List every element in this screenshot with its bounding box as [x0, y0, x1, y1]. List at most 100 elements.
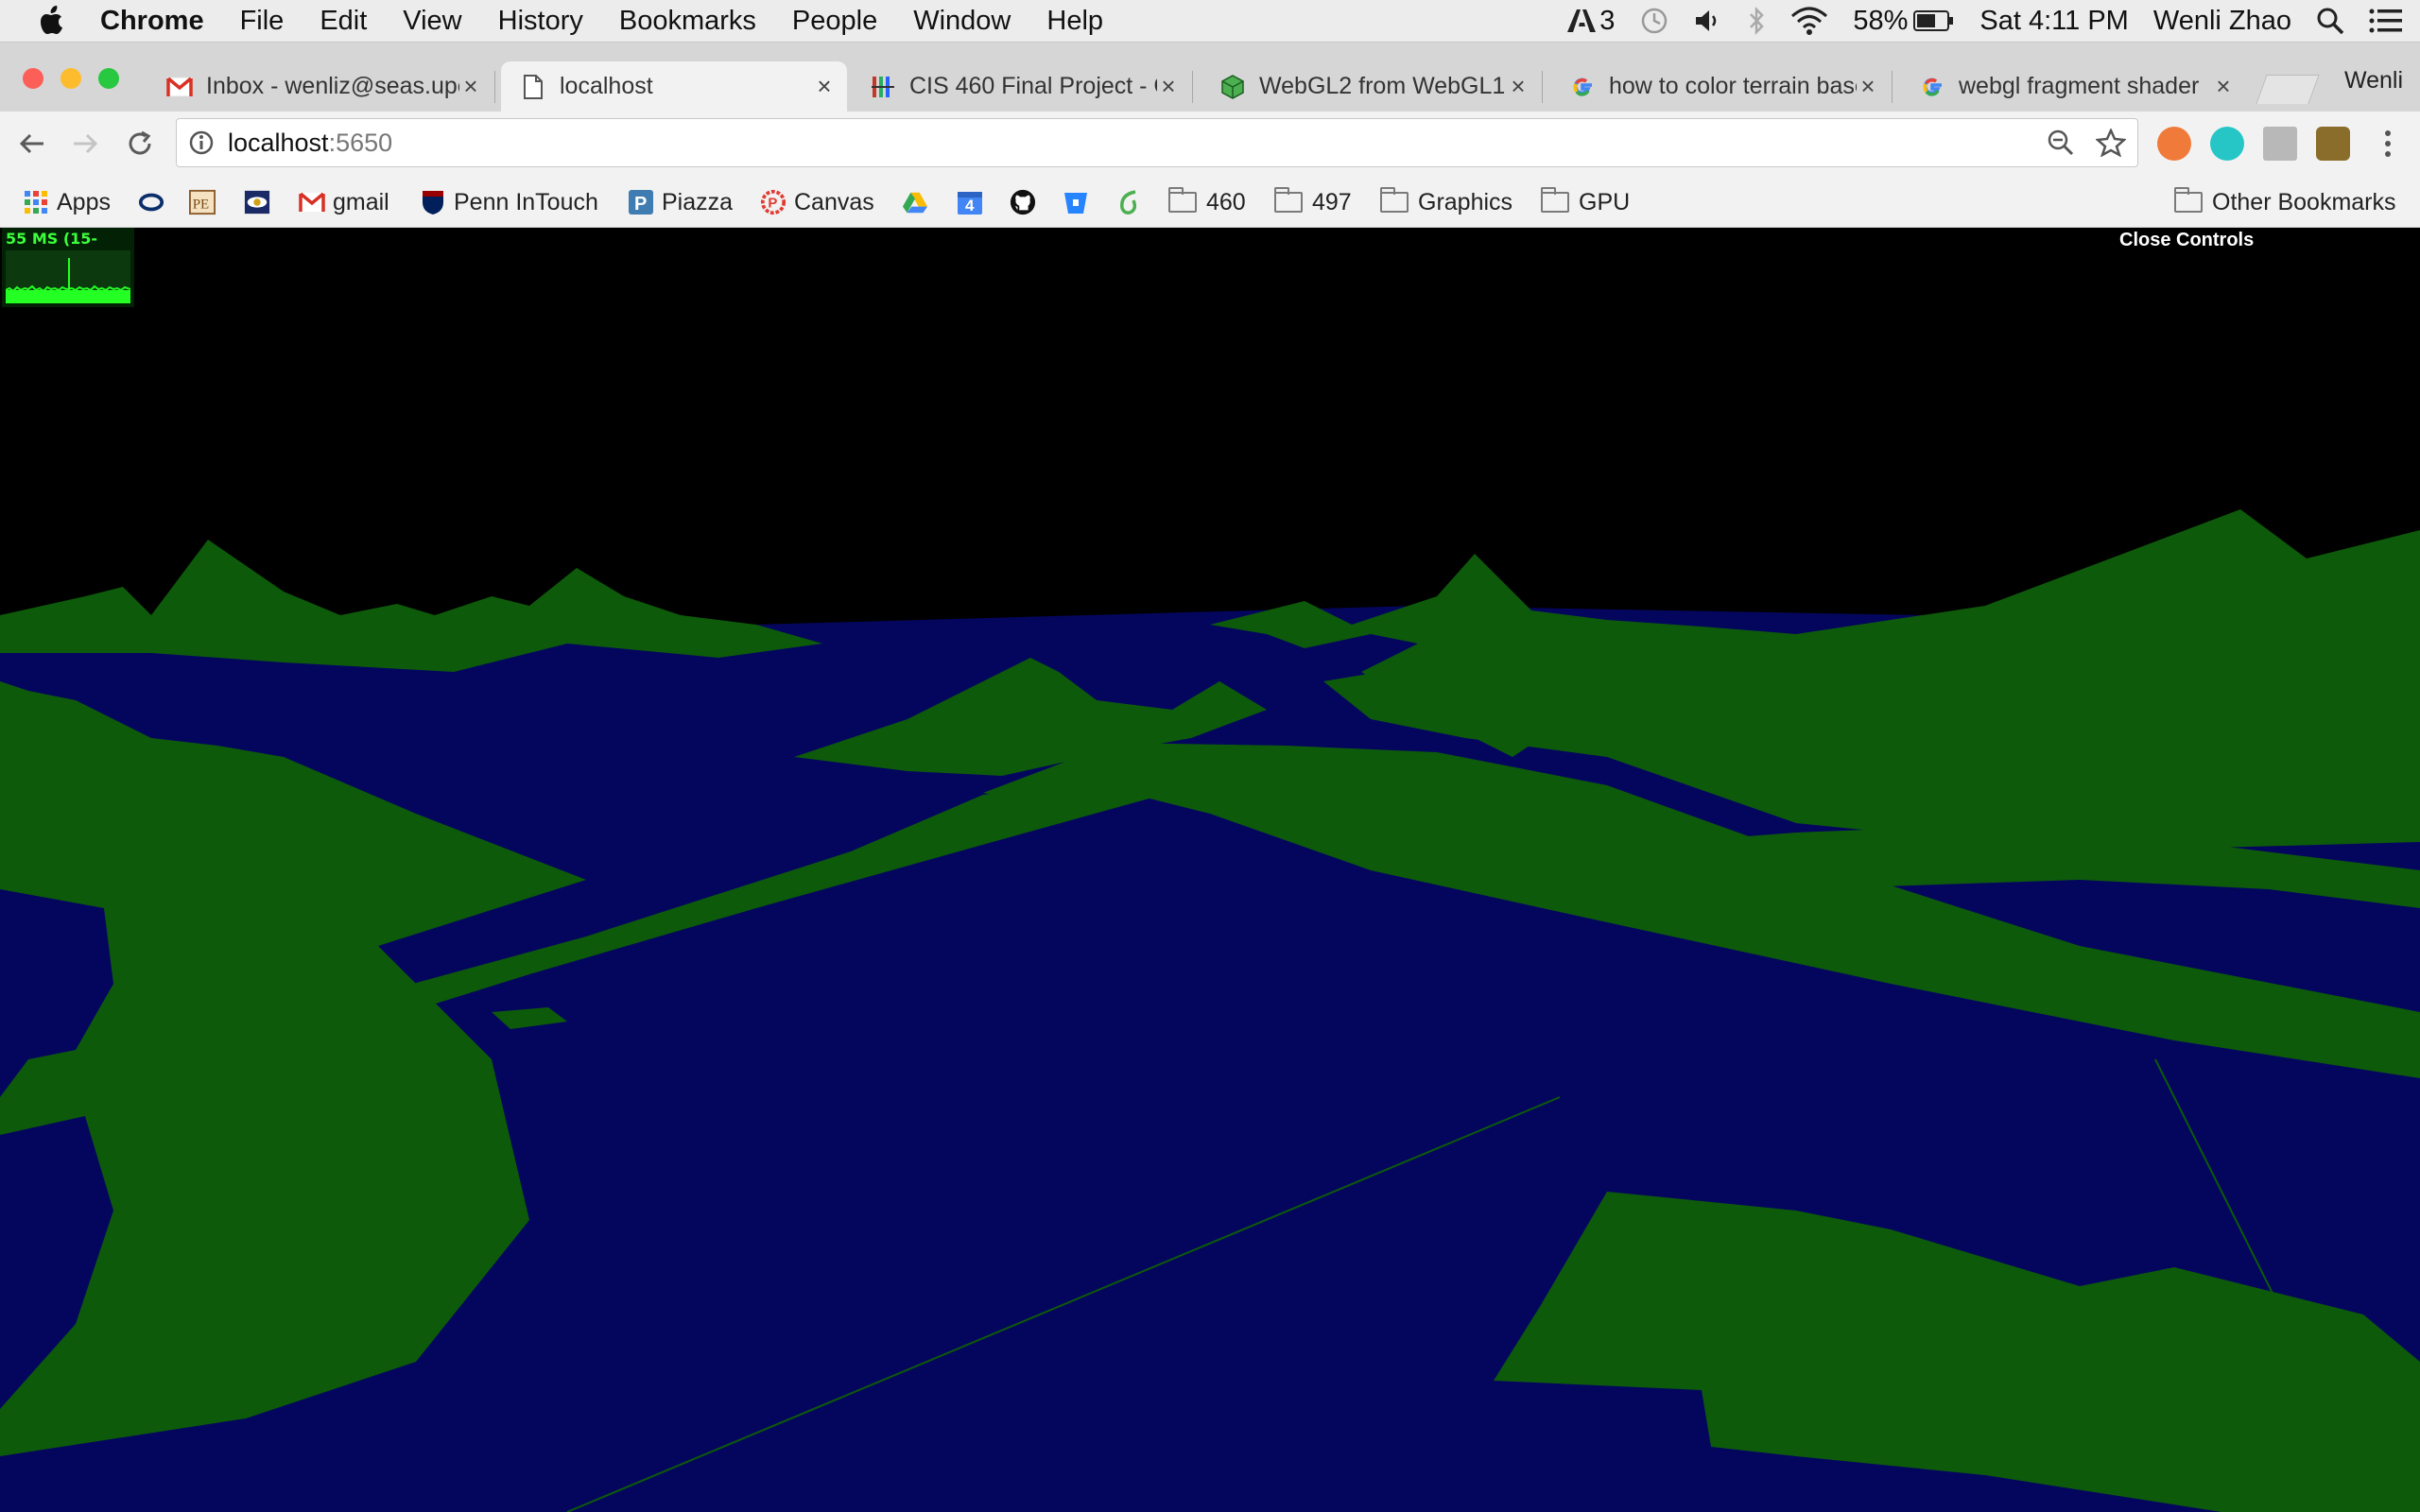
bookmark-eye[interactable] [244, 185, 278, 219]
fps-stats-panel[interactable]: 55 MS (15-268) [2, 228, 134, 307]
bookmark-gmail[interactable]: gmail [299, 185, 389, 219]
battery-status[interactable]: 58% [1853, 6, 1955, 37]
menu-edit[interactable]: Edit [320, 6, 367, 37]
window-zoom-button[interactable] [98, 68, 119, 89]
extension-orange-icon[interactable] [2157, 127, 2191, 161]
back-arrow-icon [19, 133, 43, 154]
clock[interactable]: Sat 4:11 PM [1979, 6, 2128, 37]
bookmark-google-drive[interactable] [902, 185, 936, 219]
apps-grid-icon [23, 189, 49, 215]
bookmark-calendar[interactable]: 4 [957, 185, 991, 219]
menu-bookmarks[interactable]: Bookmarks [619, 6, 756, 37]
tab-close-icon[interactable]: × [1507, 72, 1530, 101]
spotlight-search-icon[interactable] [2316, 7, 2344, 35]
bookmark-other-bookmarks[interactable]: Other Bookmarks [2174, 185, 2396, 219]
new-tab-button[interactable] [2256, 75, 2320, 104]
bookmark-folder-graphics[interactable]: Graphics [1380, 185, 1512, 219]
tab-close-icon[interactable]: × [1157, 72, 1180, 101]
calendar-day: 4 [965, 197, 975, 215]
pe-icon: PE [189, 189, 216, 215]
bookmark-outlook[interactable] [138, 185, 172, 219]
volume-icon[interactable] [1694, 8, 1722, 34]
chrome-menu-button[interactable] [2371, 129, 2405, 163]
tab-terrain-search[interactable]: how to color terrain based on height × [1550, 61, 1893, 112]
bookmark-github[interactable] [1010, 185, 1044, 219]
bookmark-folder-460[interactable]: 460 [1168, 185, 1246, 219]
forward-arrow-icon [74, 133, 98, 154]
tab-title: webgl fragment shader [1959, 73, 2200, 99]
menu-people[interactable]: People [792, 6, 877, 37]
back-button[interactable] [15, 129, 49, 163]
user-name[interactable]: Wenli Zhao [2153, 6, 2291, 37]
tab-webgl2[interactable]: WebGL2 from WebGL1 × [1201, 61, 1543, 112]
bookmark-piazza[interactable]: P Piazza [628, 185, 733, 219]
tab-cis460-project[interactable]: CIS 460 Final Project - Google Docs × [851, 61, 1193, 112]
tab-inbox[interactable]: Inbox - wenliz@seas.upenn.edu × [147, 61, 495, 112]
window-minimize-button[interactable] [60, 68, 81, 89]
menu-help[interactable]: Help [1046, 6, 1103, 37]
extension-grid-icon[interactable] [2263, 127, 2297, 161]
tab-close-icon[interactable]: × [2212, 72, 2235, 101]
profile-button[interactable]: Wenli [2344, 67, 2403, 94]
bookmark-penn-intouch[interactable]: Penn InTouch [420, 185, 598, 219]
notification-center-icon[interactable] [2369, 8, 2403, 34]
tab-close-icon[interactable]: × [1857, 72, 1879, 101]
adobe-status[interactable]: 3 [1567, 6, 1615, 37]
menu-view[interactable]: View [403, 6, 461, 37]
tab-title: Inbox - wenliz@seas.upenn.edu [206, 73, 459, 99]
webgl-canvas[interactable]: 55 MS (15-268) Close Controls [0, 228, 2420, 1512]
tab-title: how to color terrain based on height [1609, 73, 1857, 99]
bookmark-label: 497 [1312, 188, 1352, 215]
reload-icon [129, 130, 151, 155]
bookmarks-bar: Apps PE gmail Penn InTouch P Piazza P Ca… [0, 178, 2420, 228]
bookmark-star-icon[interactable] [2096, 129, 2126, 157]
address-bar[interactable]: localhost :5650 [176, 118, 2138, 167]
canvas-icon: P [760, 189, 786, 215]
bookmark-label: gmail [333, 188, 389, 215]
folder-icon [1541, 187, 1569, 213]
gmail-icon [299, 189, 325, 215]
bookmark-pe[interactable]: PE [189, 185, 223, 219]
menu-app-name[interactable]: Chrome [100, 6, 204, 37]
extension-m-icon[interactable] [2210, 127, 2244, 161]
menu-history[interactable]: History [498, 6, 583, 37]
time-machine-icon[interactable] [1639, 6, 1669, 36]
status-area: 3 58% Sat 4:11 PM Wenli Zhao [1567, 0, 2420, 42]
folder-icon [1168, 187, 1197, 213]
extension-plant-icon[interactable] [2316, 127, 2350, 161]
reload-button[interactable] [123, 129, 157, 163]
menu-bar: Chrome File Edit View History Bookmarks … [0, 0, 2420, 43]
tab-shader-search[interactable]: webgl fragment shader × [1900, 61, 2246, 112]
url-port: :5650 [328, 128, 393, 157]
outlook-ring-icon [138, 189, 164, 215]
window-close-button[interactable] [23, 68, 43, 89]
info-icon[interactable] [188, 129, 215, 156]
adobe-icon [1567, 9, 1597, 32]
tab-close-icon[interactable]: × [459, 72, 482, 101]
bookmark-folder-497[interactable]: 497 [1274, 185, 1352, 219]
folder-icon [1274, 187, 1303, 213]
bookmark-apps[interactable]: Apps [23, 185, 111, 219]
bookmark-canvas[interactable]: P Canvas [760, 185, 874, 219]
bluetooth-icon[interactable] [1747, 6, 1766, 36]
bookmark-label: Graphics [1418, 188, 1513, 215]
wifi-icon[interactable] [1790, 7, 1828, 35]
bookmark-bitbucket[interactable] [1063, 185, 1097, 219]
tab-close-icon[interactable]: × [813, 72, 836, 101]
webgl-icon [1219, 74, 1246, 100]
project-icon [870, 74, 896, 100]
close-controls-button[interactable]: Close Controls [2119, 230, 2254, 251]
bookmark-folder-gpu[interactable]: GPU [1541, 185, 1630, 219]
tab-title: localhost [560, 73, 653, 99]
menu-window[interactable]: Window [913, 6, 1011, 37]
leaf-icon [1115, 189, 1142, 215]
menu-file[interactable]: File [240, 6, 285, 37]
bookmark-label: GPU [1579, 188, 1631, 215]
tab-localhost[interactable]: localhost × [501, 61, 847, 112]
zoom-icon[interactable] [2047, 129, 2075, 157]
svg-text:P: P [768, 196, 777, 212]
bookmark-leaf[interactable] [1115, 185, 1150, 219]
apple-icon[interactable] [40, 6, 66, 36]
forward-button[interactable] [68, 129, 102, 163]
battery-icon [1913, 10, 1954, 31]
